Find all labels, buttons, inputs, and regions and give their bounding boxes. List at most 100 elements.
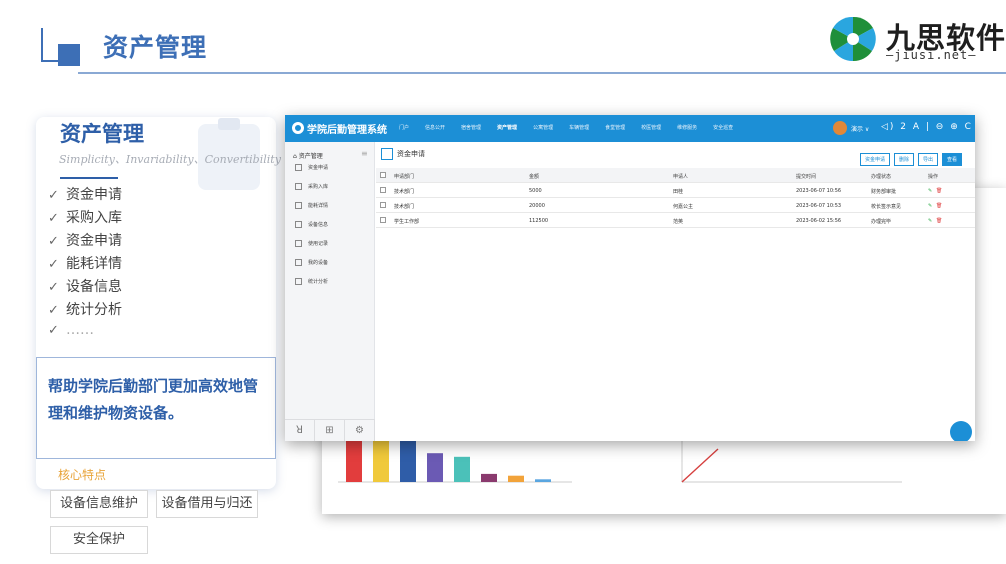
column-header: 操作 (928, 174, 939, 180)
delete-icon[interactable]: 🗑 (936, 188, 942, 194)
sidebar-item[interactable]: 能耗详情 (295, 202, 328, 209)
page-title: 资产管理 (103, 33, 208, 62)
table-cell: 2023-06-02 15:56 (796, 218, 842, 224)
table-cell: 财务部审批 (871, 189, 897, 195)
row-checkbox[interactable] (380, 202, 386, 208)
sidebar-item[interactable]: 统计分析 (295, 278, 328, 285)
list-icon (295, 183, 302, 190)
logo-domain: —jiusi.net— (886, 48, 977, 62)
table-cell: 112500 (529, 218, 549, 224)
feature-item: ✓ 资金申请 (48, 187, 122, 203)
view-button[interactable]: 查看 (942, 153, 963, 166)
row-checkbox[interactable] (380, 217, 386, 223)
card-title: 资产管理 (60, 122, 144, 146)
table-row[interactable]: 技术部门 20000 何嘉公主 2023-06-07 10:53 校长签示意见 ✎ 🗑 (376, 198, 975, 213)
table-cell: 20000 (529, 203, 545, 209)
jiusi-logo-icon (830, 16, 876, 62)
table-row[interactable]: 学生工作部 112500 范英 2023-06-02 15:56 办理完毕 ✎ 🗑 (376, 213, 975, 228)
user-icon[interactable]: ꓤ (285, 420, 315, 441)
sidebar-item[interactable]: 我的设备 (295, 259, 328, 266)
sidebar-item[interactable]: 设备信息 (295, 221, 328, 228)
nav-item[interactable]: 门户 (391, 115, 417, 142)
delete-icon[interactable]: 🗑 (936, 203, 942, 209)
apply-button[interactable]: 资金申请 (860, 153, 891, 166)
bar (481, 473, 497, 482)
main-title: 资金申请 (397, 150, 425, 158)
check-icon: ✓ (48, 323, 59, 338)
list-icon (295, 202, 302, 209)
sidebar-title: ⌂ 资产管理 (293, 153, 323, 160)
check-icon: ✓ (48, 303, 59, 318)
delete-button[interactable]: 删除 (894, 153, 915, 166)
export-button[interactable]: 导出 (918, 153, 939, 166)
card-subtitle: Simplicity、Invariability、Convertibility (59, 153, 281, 166)
nav-item[interactable]: 车辆管理 (561, 115, 597, 142)
line-chart (681, 438, 902, 483)
table-cell: 技术部门 (394, 204, 415, 210)
table-cell: 田桂 (673, 189, 684, 195)
feature-item: ✓ 采购入库 (48, 210, 122, 226)
bar (535, 479, 551, 482)
feature-item: ✓ 能耗详情 (48, 256, 122, 272)
check-icon: ✓ (48, 211, 59, 226)
user-menu[interactable]: 演示 ∨ (851, 124, 869, 133)
toolbar-icons[interactable]: ◁) 2 A | ⊖ ⊕ C | ⏻ (881, 122, 975, 132)
column-header: 提交时间 (796, 174, 817, 180)
card-divider (60, 177, 118, 179)
table-cell: 校长签示意见 (871, 204, 902, 210)
feature-item: ✓…… (48, 322, 94, 338)
nav-item[interactable]: 资产管理 (489, 115, 525, 142)
series-line (681, 448, 719, 483)
table-cell: 2023-06-07 10:56 (796, 188, 842, 194)
avatar[interactable] (833, 121, 847, 135)
nav-item[interactable]: 信息公开 (417, 115, 453, 142)
nav-item[interactable]: 公寓管理 (525, 115, 561, 142)
sidebar-item[interactable]: 资金申请 (295, 164, 328, 171)
bar (427, 453, 443, 482)
table-cell: 何嘉公主 (673, 204, 694, 210)
column-header: 申请部门 (394, 174, 415, 180)
edit-icon[interactable]: ✎ (928, 218, 932, 224)
table-cell: 5000 (529, 188, 542, 194)
sidebar-item[interactable]: 使用记录 (295, 240, 328, 247)
table-row[interactable]: 技术部门 5000 田桂 2023-06-07 10:56 财务部审批 ✎ 🗑 (376, 183, 975, 198)
column-header: 办理状态 (871, 174, 892, 180)
title-decoration-block (58, 44, 80, 66)
check-icon: ✓ (48, 280, 59, 295)
nav-item[interactable]: 校医管理 (633, 115, 669, 142)
nav-item[interactable]: 维修服务 (669, 115, 705, 142)
app-logo-icon (292, 122, 304, 134)
table-cell: 学生工作部 (394, 219, 420, 225)
data-table: 申请部门 金额 申请人 提交时间 办理状态 操作 技术部门 5000 田桂 2023-06-07 … (376, 168, 975, 228)
list-icon (295, 240, 302, 247)
select-all-checkbox[interactable] (380, 172, 386, 178)
chip-device-borrow: 设备借用与归还 (156, 490, 258, 518)
apps-icon[interactable]: ⊞ (315, 420, 345, 441)
delete-icon[interactable]: 🗑 (936, 218, 942, 224)
check-icon: ✓ (48, 188, 59, 203)
app-window: 学院后勤管理系统 门户 信息公开 宿舍管理 资产管理 公寓管理 车辆管理 食堂管理 校医管理维… (285, 115, 975, 441)
nav-item[interactable]: 宿舍管理 (453, 115, 489, 142)
sidebar-footer: ꓤ ⊞ ⚙ (285, 419, 375, 441)
table-cell: 2023-06-07 10:53 (796, 203, 842, 209)
edit-icon (381, 148, 393, 160)
help-fab-icon[interactable] (950, 421, 972, 441)
description-text: 帮助学院后勤部门更加高效地管理和维护物资设备。 (48, 377, 259, 422)
chip-security: 安全保护 (50, 526, 148, 554)
sidebar-item[interactable]: 采购入库 (295, 183, 328, 190)
check-icon: ✓ (48, 257, 59, 272)
edit-icon[interactable]: ✎ (928, 188, 932, 194)
sidebar: ⌂ 资产管理 ≡ 资金申请采购入库能耗详情设备信息使用记录我的设备统计分析 ꓤ … (285, 142, 375, 441)
menu-toggle-icon[interactable]: ≡ (361, 149, 368, 158)
core-features-label: 核心特点 (58, 468, 107, 482)
nav-item[interactable]: 安全巡查 (705, 115, 741, 142)
row-checkbox[interactable] (380, 187, 386, 193)
main-nav: 门户 信息公开 宿舍管理 资产管理 公寓管理 车辆管理 食堂管理 校医管理 维修服务 安全巡查 (391, 115, 741, 142)
table-cell: 办理完毕 (871, 219, 892, 225)
edit-icon[interactable]: ✎ (928, 203, 932, 209)
header-divider (78, 72, 1006, 74)
action-buttons: 资金申请 删除 导出 查看 (860, 153, 963, 166)
table-cell: 技术部门 (394, 189, 415, 195)
nav-item[interactable]: 食堂管理 (597, 115, 633, 142)
settings-icon[interactable]: ⚙ (345, 420, 375, 441)
